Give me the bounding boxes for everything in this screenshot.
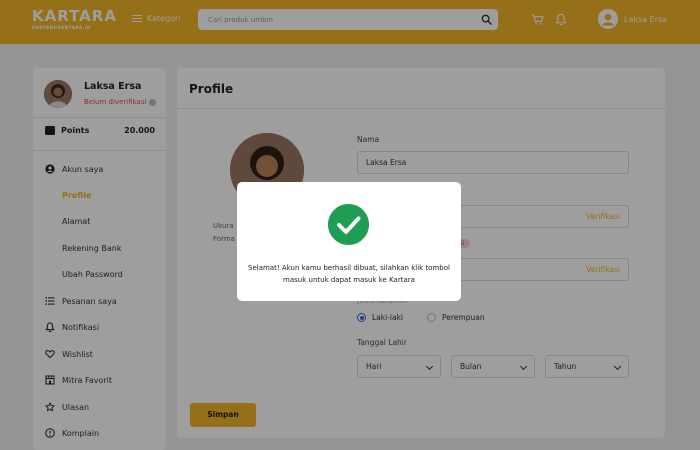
success-message: Selamat! Akun kamu berhasil dibuat, sila… [248, 264, 450, 284]
success-dialog: Selamat! Akun kamu berhasil dibuat, sila… [237, 182, 461, 301]
success-check-icon [328, 204, 369, 245]
